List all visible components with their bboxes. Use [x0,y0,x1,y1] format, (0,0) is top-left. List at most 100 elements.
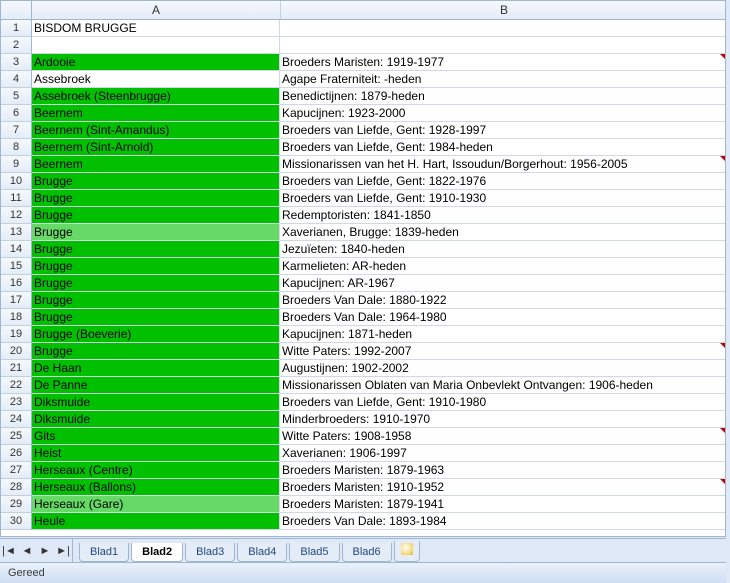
cell-b[interactable]: Broeders Maristen: 1919-1977 [280,54,725,71]
new-sheet-tab[interactable] [394,541,420,562]
cell-b[interactable]: Broeders Van Dale: 1893-1984 [280,513,725,530]
cell-a[interactable]: Gits [32,428,280,445]
row-header[interactable]: 9 [1,156,32,173]
cell-b[interactable]: Broeders Maristen: 1879-1963 [280,462,725,479]
cell-a[interactable]: Brugge [32,190,280,207]
nav-next-button[interactable]: ► [36,539,54,563]
cell-b[interactable]: Minderbroeders: 1910-1970 [280,411,725,428]
cell-a[interactable]: Assebroek [32,71,280,88]
row-header[interactable]: 28 [1,479,32,496]
cell-b[interactable]: Broeders van Liefde, Gent: 1910-1930 [280,190,725,207]
sheet-tab[interactable]: Blad6 [342,543,392,562]
row-header[interactable]: 7 [1,122,32,139]
comment-marker-icon[interactable] [720,428,725,433]
cell-b[interactable]: Xaverianen, Brugge: 1839-heden [280,224,725,241]
cell-a[interactable]: Brugge [32,207,280,224]
row-header[interactable]: 21 [1,360,32,377]
cell-b[interactable]: Broeders Maristen: 1879-1941 [280,496,725,513]
row-header[interactable]: 15 [1,258,32,275]
cell-a[interactable]: Assebroek (Steenbrugge) [32,88,280,105]
column-header-b[interactable]: B [281,1,726,19]
cell-a[interactable]: Herseaux (Centre) [32,462,280,479]
cell-b[interactable] [280,37,725,54]
cell-a[interactable]: BISDOM BRUGGE [32,20,280,37]
cell-b[interactable]: Broeders Maristen: 1910-1952 [280,479,725,496]
row-header[interactable]: 30 [1,513,32,530]
cell-a[interactable]: Brugge [32,343,280,360]
cell-b[interactable]: Jezuïeten: 1840-heden [280,241,725,258]
row-header[interactable]: 6 [1,105,32,122]
cell-a[interactable]: Brugge [32,173,280,190]
cell-b[interactable]: Broeders van Liefde, Gent: 1928-1997 [280,122,725,139]
row-header[interactable]: 29 [1,496,32,513]
sheet-tab[interactable]: Blad5 [289,543,339,562]
cell-b[interactable]: Broeders van Liefde, Gent: 1822-1976 [280,173,725,190]
row-header[interactable]: 2 [1,37,32,54]
cell-a[interactable]: De Panne [32,377,280,394]
row-header[interactable]: 26 [1,445,32,462]
sheet-tab[interactable]: Blad3 [185,543,235,562]
cell-a[interactable]: Brugge (Boeverie) [32,326,280,343]
cell-b[interactable]: Missionarissen Oblaten van Maria Onbevle… [280,377,725,394]
cell-a[interactable]: Brugge [32,258,280,275]
cell-a[interactable]: Brugge [32,292,280,309]
cell-a[interactable]: Beernem (Sint-Arnold) [32,139,280,156]
nav-prev-button[interactable]: ◄ [18,539,36,563]
sheet-tab[interactable]: Blad4 [237,543,287,562]
cell-b[interactable]: Broeders van Liefde, Gent: 1984-heden [280,139,725,156]
cell-a[interactable]: Diksmuide [32,394,280,411]
row-header[interactable]: 23 [1,394,32,411]
row-header[interactable]: 24 [1,411,32,428]
cell-a[interactable]: Beernem (Sint-Amandus) [32,122,280,139]
comment-marker-icon[interactable] [720,343,725,348]
cell-b[interactable]: Broeders van Liefde, Gent: 1910-1980 [280,394,725,411]
nav-first-button[interactable]: |◄ [0,539,18,563]
column-header-a[interactable]: A [32,1,281,19]
row-header[interactable]: 3 [1,54,32,71]
cell-a[interactable]: Ardooie [32,54,280,71]
cell-a[interactable]: Diksmuide [32,411,280,428]
cell-b[interactable]: Agape Fraterniteit: -heden [280,71,725,88]
cell-a[interactable]: Brugge [32,241,280,258]
cell-b[interactable] [280,20,725,37]
cell-b[interactable]: Kapucijnen: 1871-heden [280,326,725,343]
cell-a[interactable] [32,37,280,54]
row-header[interactable]: 1 [1,20,32,37]
cell-a[interactable]: Brugge [32,275,280,292]
cell-b[interactable]: Broeders Van Dale: 1880-1922 [280,292,725,309]
cell-a[interactable]: Brugge [32,224,280,241]
cell-b[interactable]: Benedictijnen: 1879-heden [280,88,725,105]
cell-a[interactable]: Beernem [32,156,280,173]
row-header[interactable]: 13 [1,224,32,241]
row-header[interactable]: 12 [1,207,32,224]
cell-b[interactable]: Witte Paters: 1908-1958 [280,428,725,445]
cell-b[interactable]: Kapucijnen: 1923-2000 [280,105,725,122]
cell-b[interactable]: Augustijnen: 1902-2002 [280,360,725,377]
row-header[interactable]: 20 [1,343,32,360]
vertical-scrollbar[interactable] [726,0,730,537]
grid-body[interactable]: 1BISDOM BRUGGE23ArdooieBroeders Maristen… [1,20,725,530]
nav-last-button[interactable]: ►| [54,539,72,563]
row-header[interactable]: 11 [1,190,32,207]
row-header[interactable]: 25 [1,428,32,445]
cell-a[interactable]: Beernem [32,105,280,122]
cell-a[interactable]: Heule [32,513,280,530]
comment-marker-icon[interactable] [720,156,725,161]
cell-a[interactable]: Brugge [32,309,280,326]
cell-b[interactable]: Redemptoristen: 1841-1850 [280,207,725,224]
row-header[interactable]: 14 [1,241,32,258]
row-header[interactable]: 22 [1,377,32,394]
cell-b[interactable]: Xaverianen: 1906-1997 [280,445,725,462]
row-header[interactable]: 19 [1,326,32,343]
cell-b[interactable]: Kapucijnen: AR-1967 [280,275,725,292]
cell-b[interactable]: Karmelieten: AR-heden [280,258,725,275]
sheet-tab[interactable]: Blad1 [79,543,129,562]
row-header[interactable]: 16 [1,275,32,292]
row-header[interactable]: 18 [1,309,32,326]
cell-b[interactable]: Witte Paters: 1992-2007 [280,343,725,360]
comment-marker-icon[interactable] [720,479,725,484]
row-header[interactable]: 17 [1,292,32,309]
row-header[interactable]: 4 [1,71,32,88]
comment-marker-icon[interactable] [720,54,725,59]
sheet-tab[interactable]: Blad2 [131,543,183,562]
